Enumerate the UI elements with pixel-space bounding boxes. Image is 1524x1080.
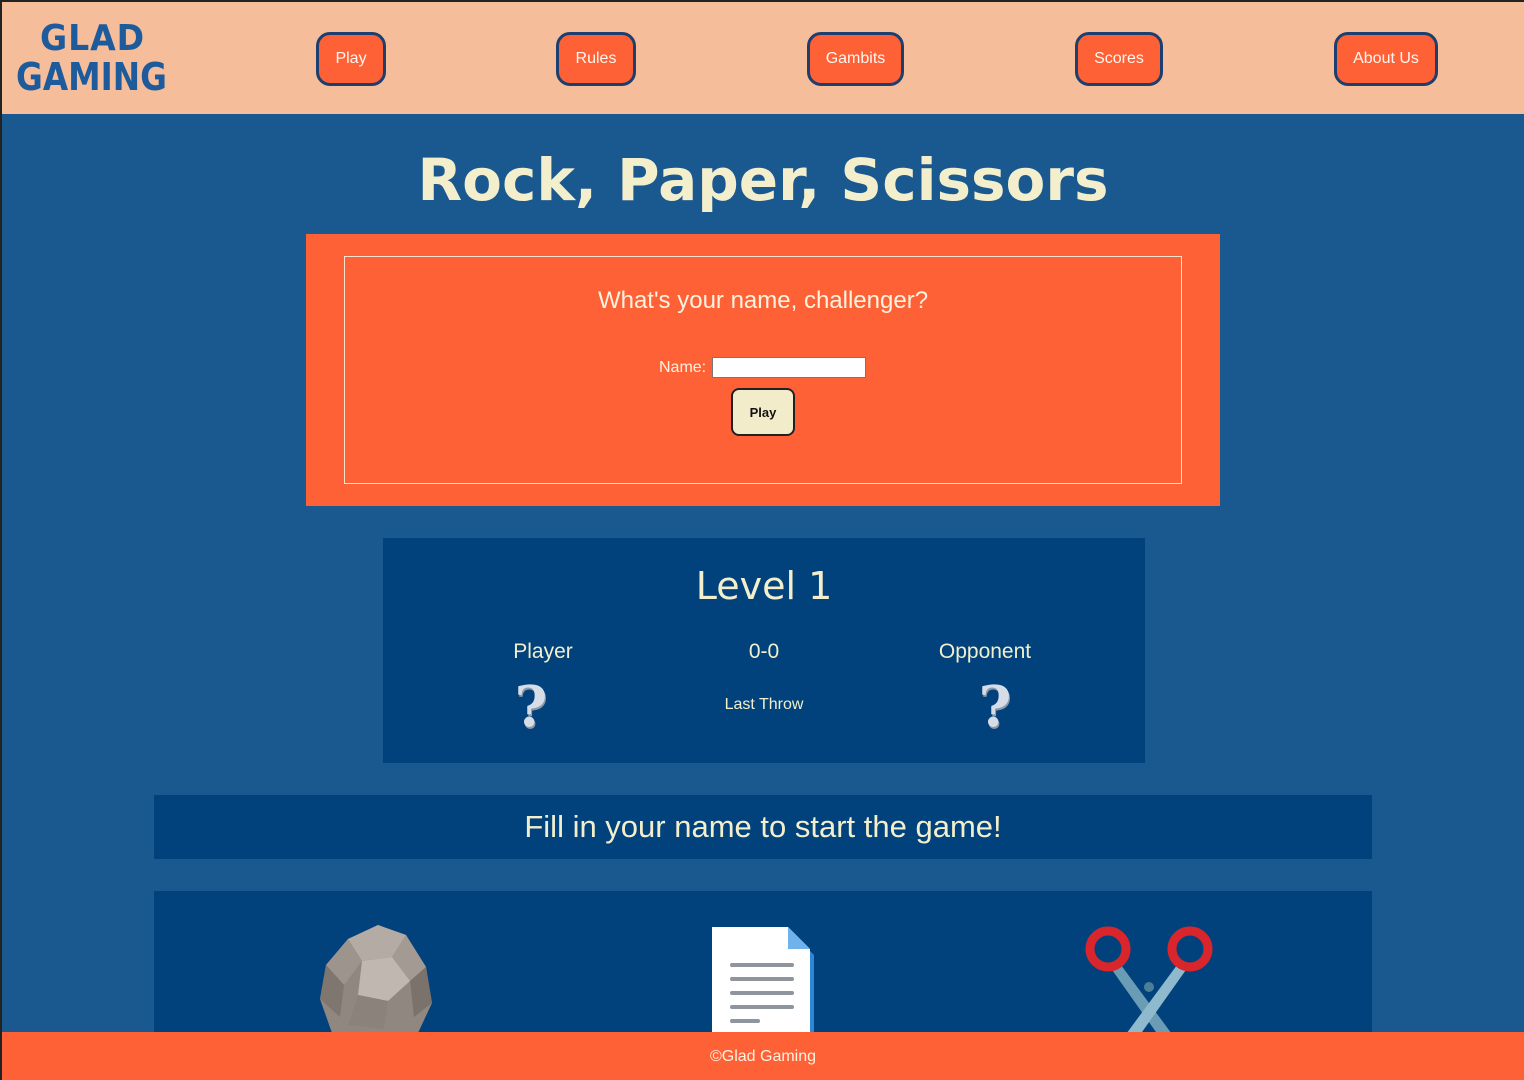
opponent-label: Opponent <box>938 640 1032 663</box>
last-throw-label: Last Throw <box>724 696 804 713</box>
nav-gambits-button[interactable]: Gambits <box>807 32 904 86</box>
name-question: What's your name, challenger? <box>597 287 929 314</box>
logo-line-2: GAMING <box>16 55 167 99</box>
name-input[interactable] <box>712 357 866 378</box>
site-header: GLAD GAMING Play Rules Gambits Scores Ab… <box>2 2 1524 114</box>
nav-play-button[interactable]: Play <box>316 32 386 86</box>
paper-choice[interactable] <box>712 927 816 1041</box>
scoreboard: Level 1 Player 0-0 Opponent ? Last Throw… <box>383 538 1145 763</box>
logo-line-1: GLAD <box>40 18 146 59</box>
name-form-card: What's your name, challenger? Name: Play <box>306 234 1220 506</box>
player-label: Player <box>513 640 573 663</box>
rock-icon <box>320 925 432 1041</box>
glad-gaming-logo[interactable]: GLAD GAMING <box>16 20 174 102</box>
nav-rules-button[interactable]: Rules <box>556 32 636 86</box>
site-footer: ©Glad Gaming <box>2 1032 1524 1080</box>
rock-choice[interactable] <box>318 921 434 1041</box>
paper-icon <box>712 927 814 1041</box>
page-title: Rock, Paper, Scissors <box>417 146 1109 214</box>
name-form: What's your name, challenger? Name: Play <box>344 256 1182 484</box>
nav-scores-button[interactable]: Scores <box>1075 32 1163 86</box>
scissors-choice[interactable] <box>1084 925 1214 1041</box>
level-title: Level 1 <box>695 564 833 608</box>
game-status-banner: Fill in your name to start the game! <box>154 795 1372 859</box>
play-button[interactable]: Play <box>731 388 795 436</box>
throw-choices <box>154 891 1372 1041</box>
opponent-throw-question-icon: ? <box>978 674 1012 740</box>
score: 0-0 <box>748 640 780 663</box>
name-label: Name: <box>659 359 707 376</box>
nav-about-us-button[interactable]: About Us <box>1334 32 1438 86</box>
scissors-icon <box>1085 926 1213 1041</box>
player-throw-question-icon: ? <box>514 674 548 740</box>
